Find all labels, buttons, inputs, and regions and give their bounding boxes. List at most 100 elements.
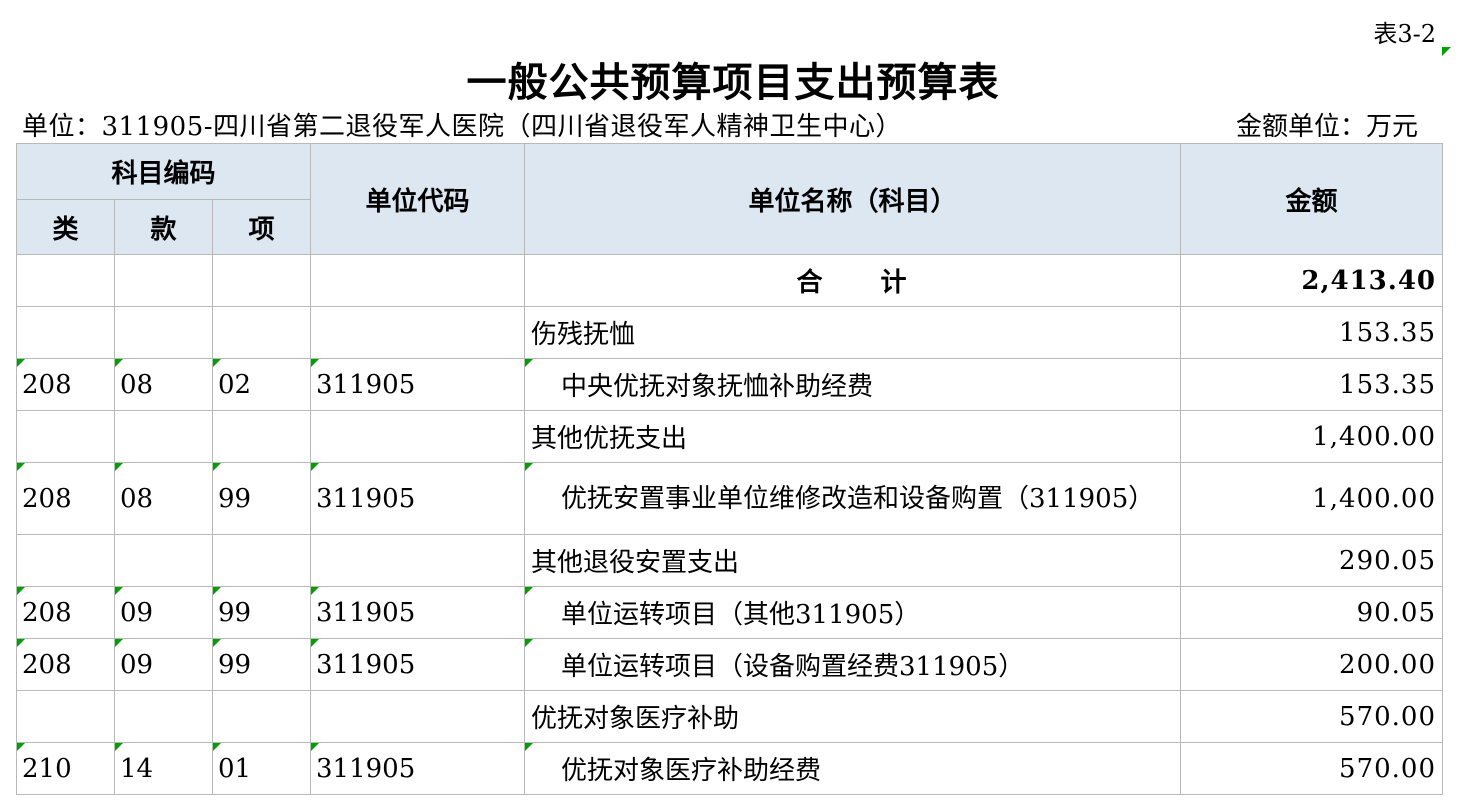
table-number: 表3-2 [1373,20,1436,48]
money-unit-label: 金额单位：万元 [1235,112,1418,142]
note-marker [213,743,221,751]
cell-xiang[interactable] [211,534,312,587]
note-marker [525,587,534,595]
cell-lei[interactable]: 210 [16,742,115,795]
total-row: 合 计 2,413.40 [16,254,1444,307]
note-marker [311,639,320,647]
cell-unit-code[interactable] [310,306,526,359]
note-marker [525,463,534,471]
page-title: 一般公共预算项目支出预算表 [466,59,1000,106]
cell-xiang[interactable]: 99 [211,638,312,691]
note-marker [17,639,25,647]
cell-xiang[interactable]: 99 [211,586,312,639]
note-marker [525,743,534,751]
note-marker [17,743,25,751]
cell-unit-name[interactable]: 优抚安置事业单位维修改造和设备购置（311905） [524,462,1182,535]
cell-amount[interactable]: 1,400.00 [1180,462,1444,535]
note-marker [17,359,25,367]
cell-kuan[interactable] [114,410,213,463]
cell-unit-name[interactable]: 优抚对象医疗补助经费 [524,742,1182,795]
table-cell[interactable] [16,254,115,307]
table-row: 优抚对象医疗补助 570.00 [16,690,1444,743]
note-marker [311,743,320,751]
total-label[interactable]: 合 计 [524,254,1182,307]
cell-kuan[interactable]: 09 [114,586,213,639]
cell-lei[interactable] [16,534,115,587]
cell-amount[interactable]: 90.05 [1180,586,1444,639]
header-unit-name: 单位名称（科目） [524,143,1182,255]
cell-xiang[interactable] [211,410,312,463]
table-row: 208 09 99 311905 单位运转项目（其他311905） 90.05 [16,586,1444,639]
cell-unit-code[interactable]: 311905 [310,586,526,639]
cell-kuan[interactable]: 14 [114,742,213,795]
cell-lei[interactable]: 208 [16,638,115,691]
cell-kuan[interactable] [114,306,213,359]
cell-xiang[interactable]: 99 [211,462,312,535]
cell-xiang[interactable]: 02 [211,358,312,411]
cell-lei[interactable] [16,410,115,463]
table-row: 其他退役安置支出 290.05 [16,534,1444,587]
cell-lei[interactable]: 208 [16,358,115,411]
cell-amount[interactable]: 153.35 [1180,358,1444,411]
cell-lei[interactable]: 208 [16,462,115,535]
header-kuan: 款 [114,199,213,255]
table-cell[interactable] [114,254,213,307]
cell-amount[interactable]: 153.35 [1180,306,1444,359]
cell-unit-code[interactable] [310,534,526,587]
header-xiang: 项 [211,199,312,255]
note-marker [525,639,534,647]
note-marker [115,639,123,647]
cell-unit-name[interactable]: 中央优抚对象抚恤补助经费 [524,358,1182,411]
cell-xiang[interactable] [211,690,312,743]
cell-xiang[interactable]: 01 [211,742,312,795]
cell-amount[interactable]: 570.00 [1180,742,1444,795]
table-row: 208 09 99 311905 单位运转项目（设备购置经费311905） 20… [16,638,1444,691]
cell-unit-name[interactable]: 优抚对象医疗补助 [524,690,1182,743]
note-marker [213,639,221,647]
table-cell[interactable] [211,254,312,307]
note-marker [115,743,123,751]
header-amount: 金额 [1180,143,1444,255]
note-marker [115,463,123,471]
note-marker [311,359,320,367]
cell-kuan[interactable]: 08 [114,358,213,411]
cell-lei[interactable]: 208 [16,586,115,639]
header-lei: 类 [16,199,115,255]
cell-unit-name[interactable]: 单位运转项目（其他311905） [524,586,1182,639]
cell-unit-code[interactable]: 311905 [310,638,526,691]
budget-table: 科目编码 单位代码 单位名称（科目） 金额 类 款 项 合 计 2,413.40… [15,143,1444,795]
cell-unit-code[interactable]: 311905 [310,462,526,535]
unit-label: 单位：311905-四川省第二退役军人医院（四川省退役军人精神卫生中心） [22,112,903,142]
cell-amount[interactable]: 1,400.00 [1180,410,1444,463]
table-row: 其他优抚支出 1,400.00 [16,410,1444,463]
cell-unit-name[interactable]: 伤残抚恤 [524,306,1182,359]
note-marker [17,587,25,595]
cell-unit-code[interactable]: 311905 [310,742,526,795]
cell-amount[interactable]: 290.05 [1180,534,1444,587]
note-marker [213,359,221,367]
cell-kuan[interactable] [114,690,213,743]
header-unit-code: 单位代码 [310,143,526,255]
cell-unit-name[interactable]: 其他退役安置支出 [524,534,1182,587]
total-amount[interactable]: 2,413.40 [1180,254,1444,307]
cell-amount[interactable]: 200.00 [1180,638,1444,691]
cell-xiang[interactable] [211,306,312,359]
cell-lei[interactable] [16,690,115,743]
cell-unit-code[interactable] [310,690,526,743]
cell-unit-code[interactable] [310,410,526,463]
cell-unit-code[interactable]: 311905 [310,358,526,411]
note-marker [115,587,123,595]
cell-amount[interactable]: 570.00 [1180,690,1444,743]
cell-kuan[interactable] [114,534,213,587]
cell-unit-name[interactable]: 单位运转项目（设备购置经费311905） [524,638,1182,691]
header-subject-code: 科目编码 [15,143,312,200]
note-marker [213,587,221,595]
note-marker [525,359,534,367]
note-marker [311,587,320,595]
cell-kuan[interactable]: 09 [114,638,213,691]
note-marker [17,463,25,471]
table-cell[interactable] [310,254,526,307]
cell-unit-name[interactable]: 其他优抚支出 [524,410,1182,463]
cell-lei[interactable] [16,306,115,359]
cell-kuan[interactable]: 08 [114,462,213,535]
